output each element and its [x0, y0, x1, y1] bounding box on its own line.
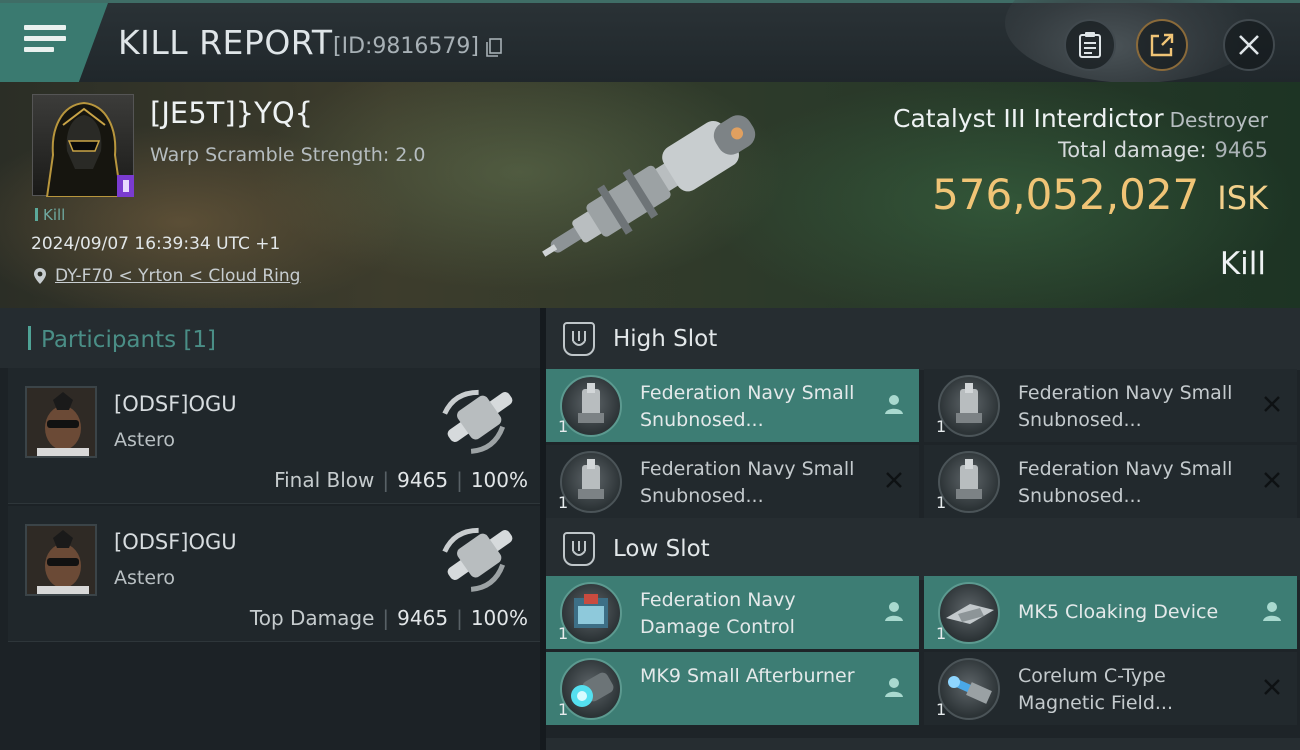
- location-pin-icon: [34, 268, 46, 284]
- participant-ship: Astero: [114, 429, 176, 451]
- module-item[interactable]: 1 Federation Navy Small Snubnosed...: [924, 369, 1297, 442]
- destroyed-icon: [1264, 396, 1280, 412]
- participant-ship-image[interactable]: [433, 512, 528, 598]
- module-item[interactable]: 1 Federation Navy Damage Control: [546, 576, 919, 649]
- dropped-icon: [885, 395, 903, 414]
- turret-icon: [560, 451, 622, 513]
- participant-ship: Astero: [114, 567, 176, 589]
- participant-name[interactable]: [ODSF]OGU: [114, 392, 237, 416]
- report-id: [ID:9816579]: [333, 34, 479, 59]
- corp-badge: [117, 175, 134, 197]
- top-bar: KILL REPORT [ID:9816579]: [0, 0, 1300, 85]
- dropped-icon: [885, 602, 903, 621]
- clipboard-icon: [1079, 32, 1101, 58]
- participant-avatar[interactable]: [25, 524, 97, 596]
- share-button[interactable]: [1136, 19, 1188, 71]
- menu-icon[interactable]: [24, 25, 66, 59]
- isk-unit: ISK: [1217, 179, 1268, 217]
- participants-header[interactable]: Participants [1]: [0, 308, 540, 368]
- victim-ship-name[interactable]: Catalyst III Interdictor Destroyer: [893, 104, 1268, 133]
- module-item[interactable]: 1 Corelum C-Type Magnetic Field...: [924, 652, 1297, 725]
- participant-percent: 100%: [470, 468, 528, 492]
- participant-ship-image[interactable]: [433, 374, 528, 460]
- total-damage: Total damage: 9465: [1057, 138, 1268, 162]
- module-item[interactable]: 1 Federation Navy Small Snubnosed...: [924, 445, 1297, 518]
- kill-timestamp: 2024/09/07 16:39:34 UTC +1: [31, 234, 281, 254]
- fitting-panel: High Slot 1 Federation Navy Small Snubno…: [546, 308, 1300, 750]
- low-slot-title: Low Slot: [613, 536, 710, 562]
- turret-icon: [560, 375, 622, 437]
- participant-name[interactable]: [ODSF]OGU: [114, 530, 237, 554]
- module-quantity: 1: [558, 417, 569, 436]
- next-slot-header-partial: [546, 738, 1300, 750]
- cloaking-device-icon: [938, 582, 1000, 644]
- module-quantity: 1: [936, 700, 947, 719]
- module-name: Federation Navy Small Snubnosed...: [640, 382, 855, 431]
- module-item[interactable]: 1 MK5 Cloaking Device: [924, 576, 1297, 649]
- ship-class: Destroyer: [1169, 108, 1268, 132]
- share-icon: [1150, 33, 1174, 57]
- clipboard-button[interactable]: [1064, 19, 1116, 71]
- result-label: Kill: [1219, 246, 1266, 282]
- victim-pilot-name[interactable]: [JE5T]}YQ{: [150, 96, 313, 130]
- low-slot-icon: [563, 532, 595, 566]
- module-item[interactable]: 1 Federation Navy Small Snubnosed...: [546, 369, 919, 442]
- low-slot-header[interactable]: Low Slot: [546, 518, 1300, 580]
- turret-icon: [938, 451, 1000, 513]
- module-quantity: 1: [558, 700, 569, 719]
- module-quantity: 1: [936, 493, 947, 512]
- module-quantity: 1: [558, 493, 569, 512]
- kill-tag: Kill: [35, 206, 65, 224]
- module-name: Corelum C-Type Magnetic Field...: [1018, 665, 1174, 714]
- participant-percent: 100%: [470, 606, 528, 630]
- participants-panel: Participants [1] [ODSF]OGU Astero Final …: [0, 308, 540, 750]
- participant-card[interactable]: [ODSF]OGU Astero Final Blow | 9465 | 100%: [8, 368, 540, 504]
- module-name: Federation Navy Small Snubnosed...: [640, 458, 855, 507]
- participant-role: Top Damage: [249, 606, 375, 630]
- participant-stats: Final Blow | 9465 | 100%: [274, 468, 528, 492]
- close-icon: [1239, 35, 1259, 55]
- dropped-icon: [1263, 602, 1281, 621]
- dropped-icon: [885, 678, 903, 697]
- module-item[interactable]: 1 MK9 Small Afterburner: [546, 652, 919, 725]
- participant-stats: Top Damage | 9465 | 100%: [249, 606, 528, 630]
- page-title: KILL REPORT: [118, 23, 333, 62]
- copy-icon[interactable]: [486, 38, 502, 57]
- isk-value: 576,052,027 ISK: [932, 170, 1268, 219]
- victim-panel: [JE5T]}YQ{ Warp Scramble Strength: 2.0 K…: [0, 82, 1300, 308]
- afterburner-icon: [560, 658, 622, 720]
- victim-ship-image[interactable]: [525, 102, 785, 272]
- high-slot-header[interactable]: High Slot: [546, 308, 1300, 370]
- destroyed-icon: [886, 472, 902, 488]
- damage-control-icon: [560, 582, 622, 644]
- module-name: MK5 Cloaking Device: [1018, 601, 1219, 623]
- location-link[interactable]: DY-F70 < Yrton < Cloud Ring: [55, 266, 300, 286]
- destroyed-icon: [1264, 679, 1280, 695]
- participant-damage: 9465: [397, 606, 449, 630]
- close-button[interactable]: [1223, 19, 1275, 71]
- high-slot-title: High Slot: [613, 326, 718, 352]
- turret-icon: [938, 375, 1000, 437]
- total-damage-value: 9465: [1214, 138, 1268, 162]
- module-item[interactable]: 1 Federation Navy Small Snubnosed...: [546, 445, 919, 518]
- location: DY-F70 < Yrton < Cloud Ring: [33, 266, 300, 286]
- participant-avatar[interactable]: [25, 386, 97, 458]
- module-quantity: 1: [558, 624, 569, 643]
- module-name: MK9 Small Afterburner: [640, 665, 855, 687]
- participant-damage: 9465: [397, 468, 449, 492]
- module-quantity: 1: [936, 417, 947, 436]
- magnetic-field-stabilizer-icon: [938, 658, 1000, 720]
- destroyed-icon: [1264, 472, 1280, 488]
- high-slot-icon: [563, 322, 595, 356]
- module-name: Federation Navy Damage Control: [640, 589, 796, 638]
- participant-card[interactable]: [ODSF]OGU Astero Top Damage | 9465 | 100%: [8, 506, 540, 642]
- module-quantity: 1: [936, 624, 947, 643]
- module-name: Federation Navy Small Snubnosed...: [1018, 382, 1233, 431]
- warp-scramble-strength: Warp Scramble Strength: 2.0: [150, 144, 426, 166]
- participant-role: Final Blow: [274, 468, 375, 492]
- module-name: Federation Navy Small Snubnosed...: [1018, 458, 1233, 507]
